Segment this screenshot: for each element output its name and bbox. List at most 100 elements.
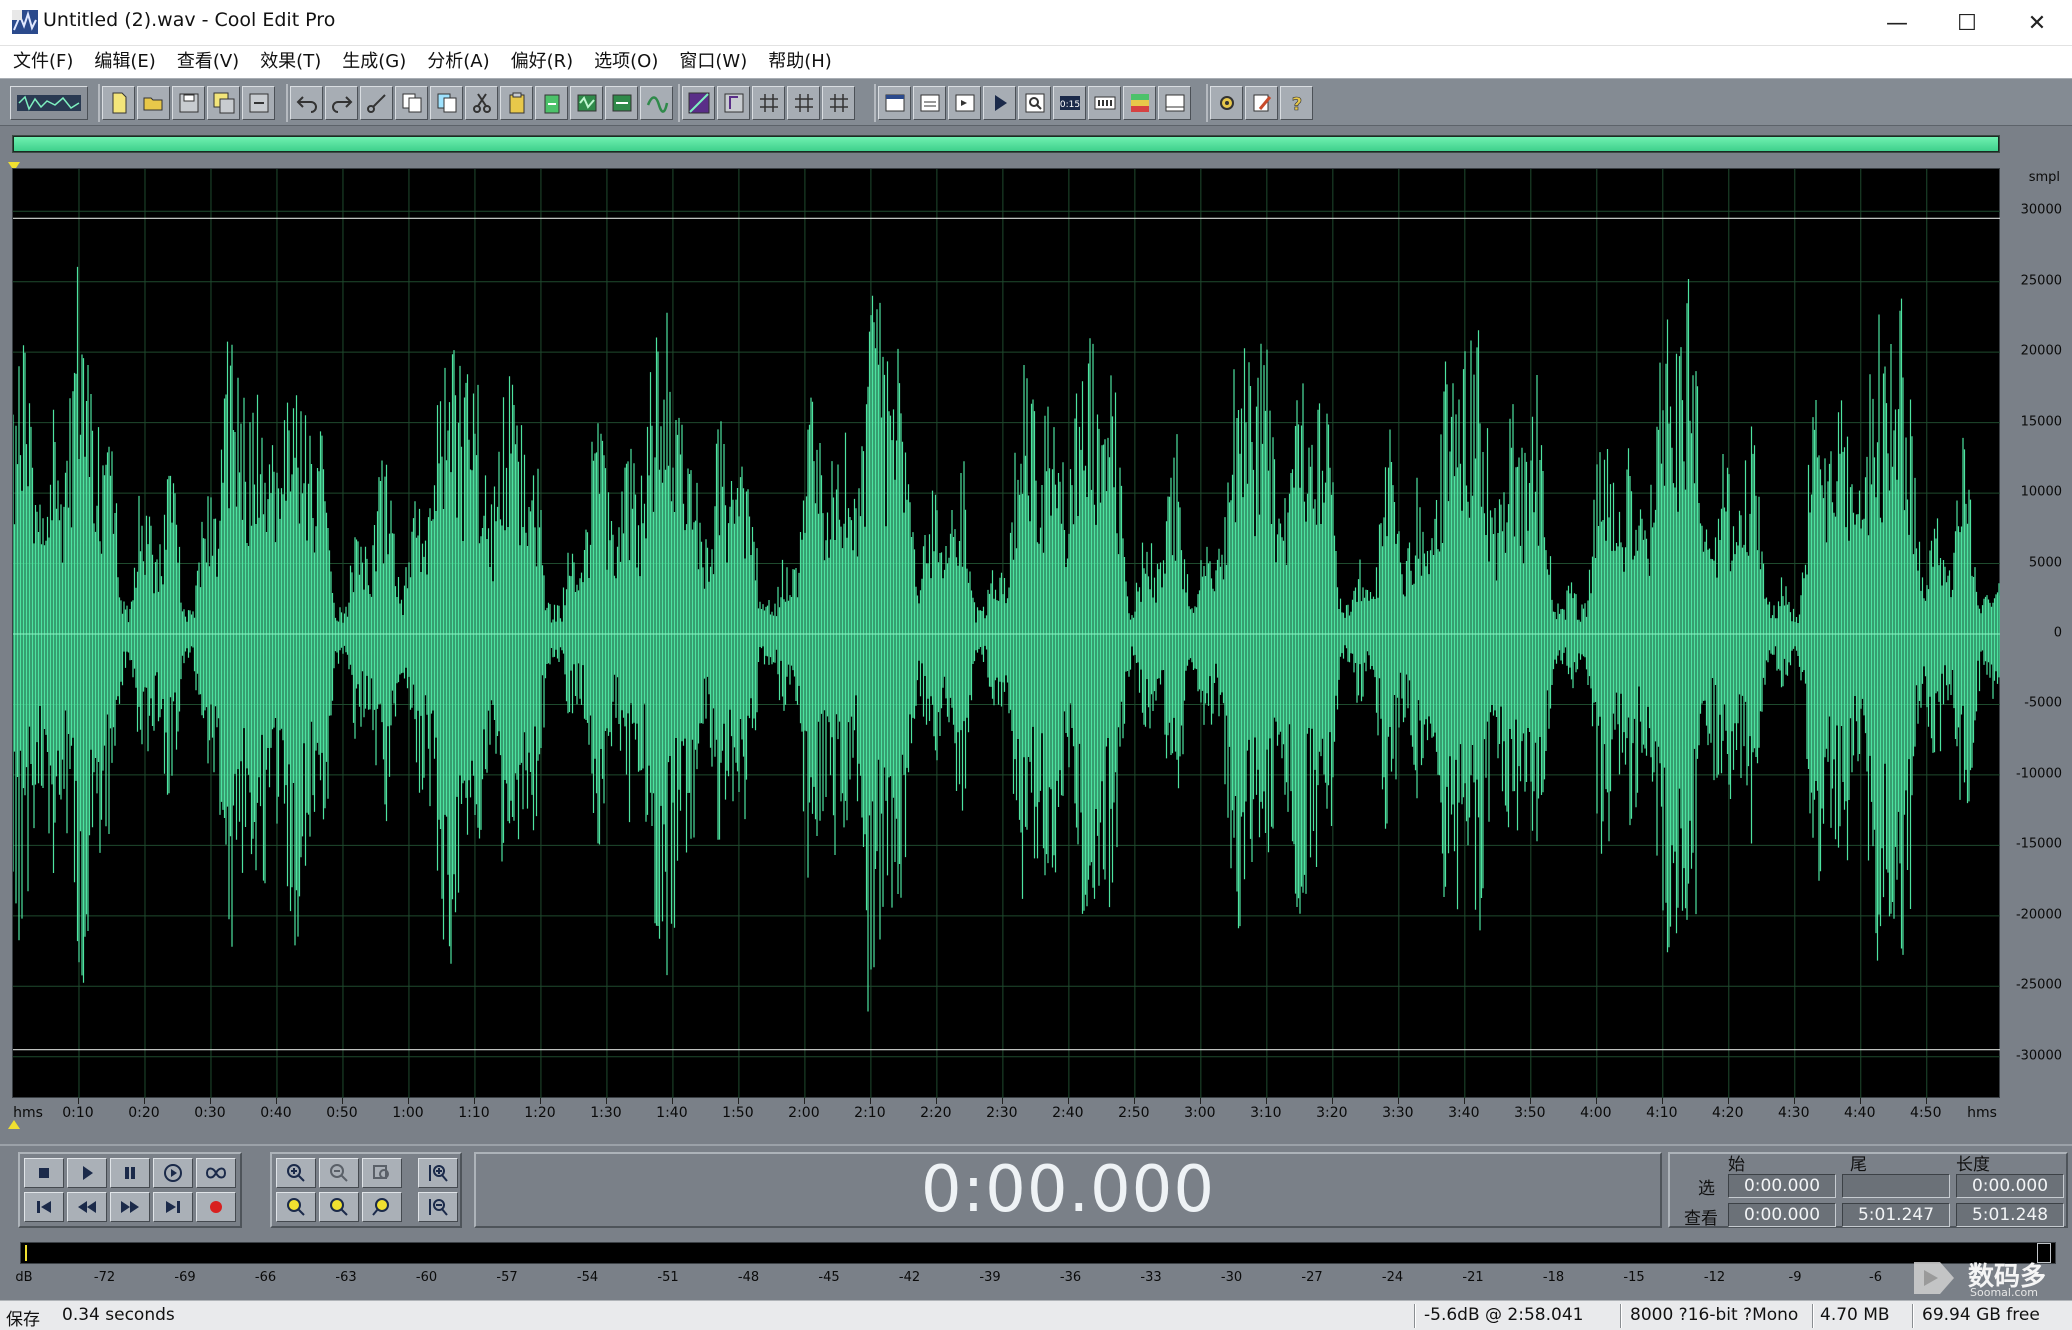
redo-button[interactable] xyxy=(325,86,358,120)
play-icon xyxy=(83,1166,93,1180)
help-button[interactable]: ? xyxy=(1280,86,1313,120)
grid-view-3-button[interactable] xyxy=(822,86,855,120)
open-folder-icon xyxy=(143,97,162,111)
time-tick-label: 3:30 xyxy=(1382,1105,1414,1121)
save-selection-button[interactable] xyxy=(242,86,275,120)
end-marker-icon[interactable] xyxy=(8,1120,20,1129)
menu-favorites[interactable]: 偏好(R) xyxy=(502,46,583,78)
paste-new-button[interactable] xyxy=(535,86,568,120)
menu-edit[interactable]: 编辑(E) xyxy=(85,46,164,78)
settings-button[interactable] xyxy=(1210,86,1243,120)
time-window-button[interactable]: 0:15 xyxy=(1053,86,1086,120)
zoom-in-button[interactable] xyxy=(276,1158,316,1188)
open-file-button[interactable] xyxy=(137,86,170,120)
menu-generate[interactable]: 生成(G) xyxy=(333,46,415,78)
grid-view-2-button[interactable] xyxy=(787,86,820,120)
menu-view[interactable]: 查看(V) xyxy=(168,46,248,78)
overview-visible-range[interactable] xyxy=(14,137,1998,151)
zoom-full-button[interactable] xyxy=(362,1158,402,1188)
meter-scale-label: -72 xyxy=(93,1270,116,1285)
waveform-view-button[interactable] xyxy=(717,86,750,120)
spectral-view-button[interactable] xyxy=(682,86,715,120)
new-file-button[interactable] xyxy=(102,86,135,120)
overview-range[interactable] xyxy=(12,135,2000,153)
stop-button[interactable] xyxy=(24,1158,64,1188)
repeat-last-button[interactable] xyxy=(360,86,393,120)
waveform-canvas[interactable] xyxy=(13,169,2001,1099)
time-tick-label: 4:10 xyxy=(1646,1105,1678,1121)
zoom-out-button[interactable] xyxy=(319,1158,359,1188)
zoom-window-button[interactable] xyxy=(1018,86,1051,120)
time-ruler[interactable]: hms hms 0:10 0:20 0:30 0:40 0:50 1:00 1:10 1:20… xyxy=(8,1098,2000,1130)
menu-file[interactable]: 文件(F) xyxy=(4,46,82,78)
cool-edit-app-icon[interactable] xyxy=(12,10,38,34)
time-tick-label: 2:40 xyxy=(1052,1105,1084,1121)
overview-bar[interactable] xyxy=(0,126,2072,171)
selection-length-field[interactable]: 0:00.000 xyxy=(1956,1174,2064,1198)
time-tick-label: 1:20 xyxy=(524,1105,556,1121)
selection-end-field[interactable] xyxy=(1842,1174,1950,1198)
zoom-selection-icon xyxy=(287,1198,305,1216)
save-as-button[interactable] xyxy=(207,86,240,120)
paste-button[interactable] xyxy=(500,86,533,120)
transport-window-button[interactable] xyxy=(983,86,1016,120)
selection-window-button[interactable] xyxy=(1088,86,1121,120)
info-window-button[interactable] xyxy=(948,86,981,120)
loop-button[interactable] xyxy=(196,1158,236,1188)
watermark-url: Soomal.com xyxy=(1970,1286,2038,1299)
time-tick xyxy=(1265,1098,1267,1104)
scripts-button[interactable] xyxy=(1245,86,1278,120)
trim-icon xyxy=(612,94,631,112)
save-button[interactable] xyxy=(172,86,205,120)
view-length-field[interactable]: 5:01.248 xyxy=(1956,1203,2064,1227)
zoom-right-edge-button[interactable] xyxy=(362,1192,402,1222)
close-button[interactable]: ✕ xyxy=(2002,0,2072,46)
levels-window-button[interactable] xyxy=(1123,86,1156,120)
maximize-button[interactable]: ☐ xyxy=(1932,0,2002,46)
go-to-end-button[interactable] xyxy=(153,1192,193,1222)
window-arrow-icon xyxy=(955,94,974,112)
menu-analyze[interactable]: 分析(A) xyxy=(418,46,498,78)
cue-list-button[interactable] xyxy=(878,86,911,120)
mix-paste-button[interactable] xyxy=(570,86,603,120)
time-tick xyxy=(935,1098,937,1104)
trim-button[interactable] xyxy=(605,86,638,120)
play-button[interactable] xyxy=(67,1158,107,1188)
zoom-left-edge-button[interactable] xyxy=(319,1192,359,1222)
menu-help[interactable]: 帮助(H) xyxy=(759,46,841,78)
time-tick-label: 3:20 xyxy=(1316,1105,1348,1121)
pause-button[interactable] xyxy=(110,1158,150,1188)
zoom-in-vertical-button[interactable] xyxy=(418,1158,458,1188)
time-tick-label: 0:10 xyxy=(62,1105,94,1121)
fast-forward-button[interactable] xyxy=(110,1192,150,1222)
go-to-start-button[interactable] xyxy=(24,1192,64,1222)
view-end-field[interactable]: 5:01.247 xyxy=(1842,1203,1950,1227)
selection-start-field[interactable]: 0:00.000 xyxy=(1728,1174,1836,1198)
time-tick xyxy=(1397,1098,1399,1104)
menu-window[interactable]: 窗口(W) xyxy=(670,46,756,78)
record-button[interactable] xyxy=(196,1192,236,1222)
time-tick-label: 3:10 xyxy=(1250,1105,1282,1121)
zero-crossing-button[interactable] xyxy=(640,86,673,120)
waveform-display[interactable] xyxy=(12,168,2001,1099)
cut-button[interactable] xyxy=(465,86,498,120)
menu-options[interactable]: 选项(O) xyxy=(585,46,667,78)
time-tick xyxy=(869,1098,871,1104)
amplitude-unit: smpl xyxy=(2028,170,2060,185)
zoom-out-vertical-button[interactable] xyxy=(418,1192,458,1222)
status-window-button[interactable] xyxy=(1158,86,1191,120)
menu-effects[interactable]: 效果(T) xyxy=(251,46,330,78)
undo-button[interactable] xyxy=(290,86,323,120)
play-to-end-button[interactable] xyxy=(153,1158,193,1188)
grid-view-1-button[interactable] xyxy=(752,86,785,120)
rewind-button[interactable] xyxy=(67,1192,107,1222)
play-list-button[interactable] xyxy=(913,86,946,120)
minimize-button[interactable]: — xyxy=(1862,0,1932,46)
copy-button[interactable] xyxy=(395,86,428,120)
multitrack-toggle-button[interactable] xyxy=(10,86,88,120)
copy-to-new-button[interactable] xyxy=(430,86,463,120)
time-tick-label: 3:40 xyxy=(1448,1105,1480,1121)
pencil-icon xyxy=(1253,94,1271,112)
zoom-to-selection-button[interactable] xyxy=(276,1192,316,1222)
view-start-field[interactable]: 0:00.000 xyxy=(1728,1203,1836,1227)
